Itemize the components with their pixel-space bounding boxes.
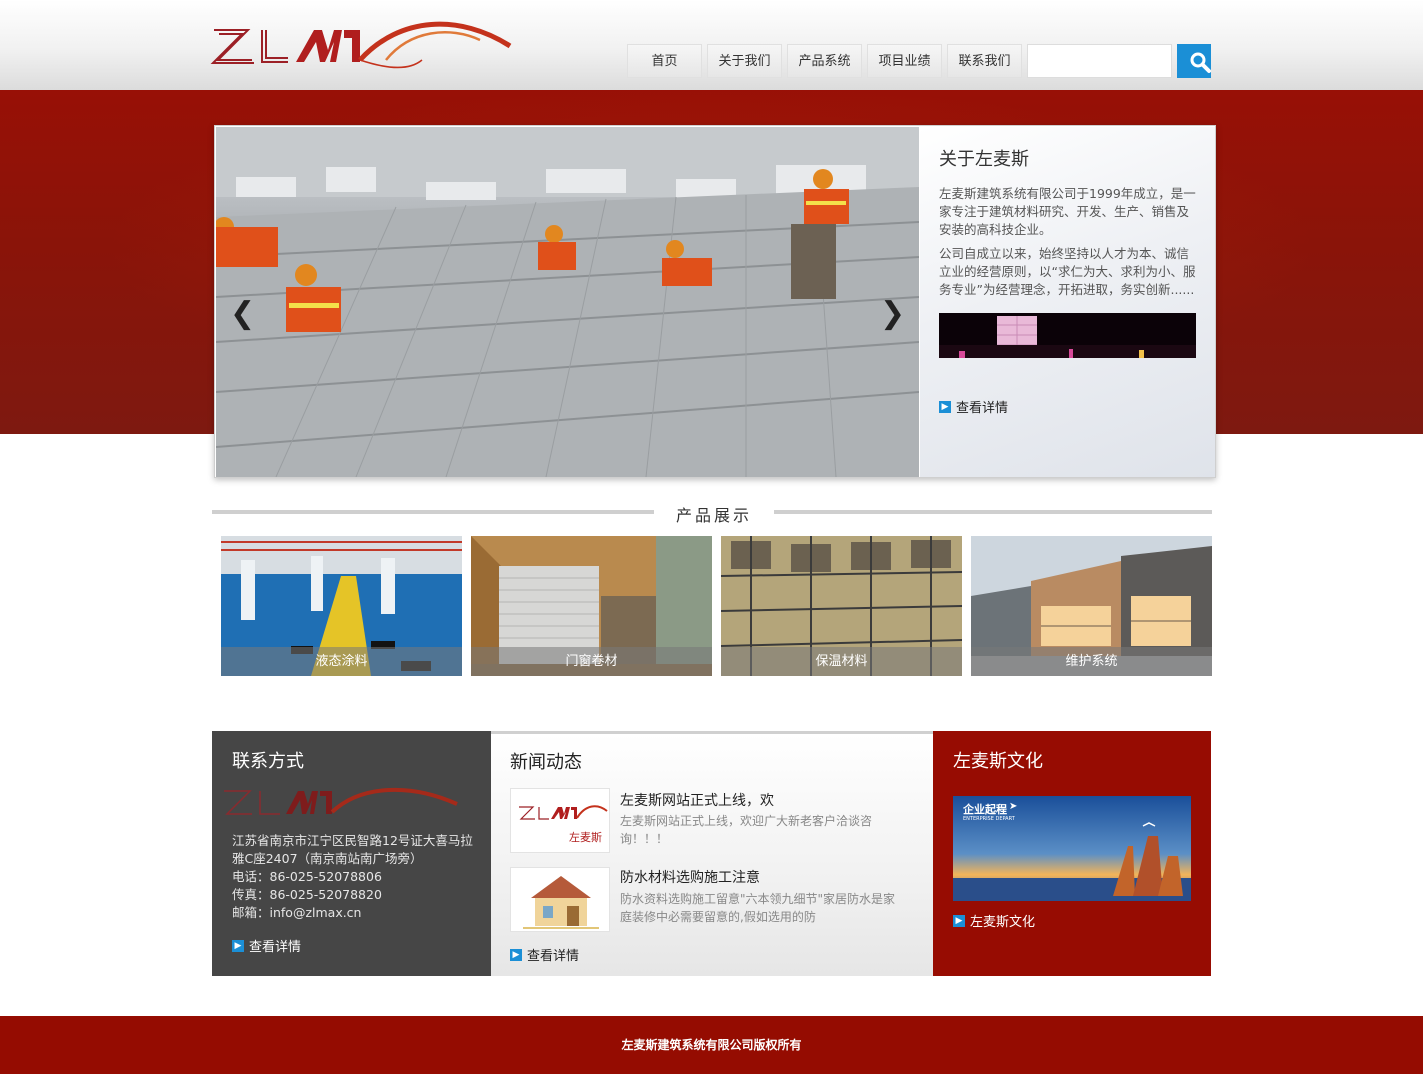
contact-fax: 传真：86-025-52078820: [232, 887, 382, 902]
news-item-desc-1: 左麦斯网站正式上线，欢迎广大新老客户洽谈咨询！！！: [620, 814, 873, 846]
about-paragraph-2: 公司自成立以来，始终坚持以人才为本、诚信立业的经营原则，以“求仁为大、求利为小、…: [939, 246, 1196, 297]
slide-roof-workers-image[interactable]: ❮ ❯: [216, 127, 919, 477]
culture-image[interactable]: 企业起程 ➤ ENTERPRISE DEPART: [953, 796, 1191, 901]
contact-title: 联系方式: [232, 751, 304, 772]
search-icon: [1190, 52, 1211, 73]
main-nav: 首页 关于我们 产品系统 项目业绩 联系我们: [627, 44, 1022, 78]
about-more-label: 查看详情: [956, 401, 1009, 416]
about-title: 关于左麦斯: [939, 149, 1029, 170]
arrow-right-icon: ▶: [510, 948, 522, 961]
contact-more-label: 查看详情: [249, 940, 302, 955]
section-divider-right: [774, 510, 1212, 514]
contact-phone: 电话：86-025-52078806: [232, 869, 382, 884]
product-card-envelope-system[interactable]: 维护系统: [971, 536, 1212, 676]
news-thumbnail-1[interactable]: 左麦斯: [510, 788, 610, 853]
product-card-insulation[interactable]: 保温材料: [721, 536, 962, 676]
arrow-right-icon: ▶: [953, 914, 965, 927]
news-title: 新闻动态: [510, 752, 582, 773]
news-thumbnail-2[interactable]: [510, 867, 610, 932]
play-arrow-icon: ➤: [1009, 801, 1018, 812]
about-panel: 关于左麦斯 左麦斯建筑系统有限公司于1999年成立，是一家专注于建筑材料研究、开…: [920, 127, 1215, 477]
product-card-rolling-shutter[interactable]: 门窗卷材: [471, 536, 712, 676]
banner: ❮ ❯ 关于左麦斯 左麦斯建筑系统有限公司于1999年成立，是一家专注于建筑材料…: [214, 125, 1216, 478]
product-card-liquid-coating[interactable]: 液态涂料: [221, 536, 462, 676]
search-button[interactable]: [1177, 44, 1211, 78]
culture-link-label: 左麦斯文化: [970, 915, 1036, 930]
arrow-right-icon: ▶: [232, 939, 244, 952]
product-label: 维护系统: [971, 647, 1212, 676]
nav-about[interactable]: 关于我们: [707, 44, 782, 78]
product-label: 液态涂料: [221, 647, 462, 676]
contact-email: 邮箱：info@zlmax.cn: [232, 905, 362, 920]
slide-prev-arrow[interactable]: ❮: [230, 299, 255, 329]
news-box: 新闻动态 左麦斯 左麦斯网站正式上线，欢 左麦斯网站正式上线，欢迎广大新老客户洽…: [491, 731, 933, 976]
zlmax-logo[interactable]: [210, 20, 520, 86]
about-more-link[interactable]: ▶ 查看详情: [939, 397, 1008, 416]
contact-box: 联系方式 江苏省南京市江宁区民智路12号证大喜马拉雅C座2407（南京南站南广场…: [212, 731, 491, 976]
culture-title: 左麦斯文化: [953, 751, 1043, 772]
product-label: 保温材料: [721, 647, 962, 676]
zlmax-logo-small: [224, 787, 458, 815]
contact-address: 江苏省南京市江宁区民智路12号证大喜马拉雅C座2407（南京南站南广场旁）: [232, 833, 473, 866]
culture-link[interactable]: ▶ 左麦斯文化: [953, 911, 1035, 930]
culture-image-subtitle: ENTERPRISE DEPART: [963, 816, 1015, 822]
news-item-title-1[interactable]: 左麦斯网站正式上线，欢: [620, 790, 774, 810]
news-more-label: 查看详情: [527, 949, 580, 964]
section-divider-left: [212, 510, 654, 514]
news-more-link[interactable]: ▶ 查看详情: [510, 945, 579, 964]
products-section-title: 产品展示: [675, 506, 752, 525]
nav-products[interactable]: 产品系统: [787, 44, 862, 78]
news-item-desc-2: 防水资料选购施工留意"六本领九细节"家居防水是家庭装修中必需要留意的,假如选用的…: [620, 892, 896, 924]
footer: 左麦斯建筑系统有限公司版权所有: [0, 1016, 1423, 1074]
header: 首页 关于我们 产品系统 项目业绩 联系我们: [0, 0, 1423, 90]
city-night-image: [939, 313, 1196, 358]
search-input[interactable]: [1027, 44, 1172, 78]
culture-box: 左麦斯文化 企业起程 ➤ ENTERPRISE DEPART ▶ 左麦斯文化: [933, 731, 1211, 976]
arrow-right-icon: ▶: [939, 400, 951, 413]
nav-contact[interactable]: 联系我们: [947, 44, 1022, 78]
nav-projects[interactable]: 项目业绩: [867, 44, 942, 78]
about-paragraph-1: 左麦斯建筑系统有限公司于1999年成立，是一家专注于建筑材料研究、开发、生产、销…: [939, 186, 1196, 237]
culture-image-title: 企业起程: [963, 803, 1007, 816]
product-label: 门窗卷材: [471, 647, 712, 676]
news-item-title-2[interactable]: 防水材料选购施工注意: [620, 867, 760, 887]
nav-home[interactable]: 首页: [627, 44, 702, 78]
copyright-text: 左麦斯建筑系统有限公司版权所有: [621, 1038, 802, 1052]
news-thumbnail-text: 左麦斯: [569, 831, 602, 844]
slide-next-arrow[interactable]: ❯: [880, 299, 905, 329]
contact-more-link[interactable]: ▶ 查看详情: [232, 936, 301, 955]
